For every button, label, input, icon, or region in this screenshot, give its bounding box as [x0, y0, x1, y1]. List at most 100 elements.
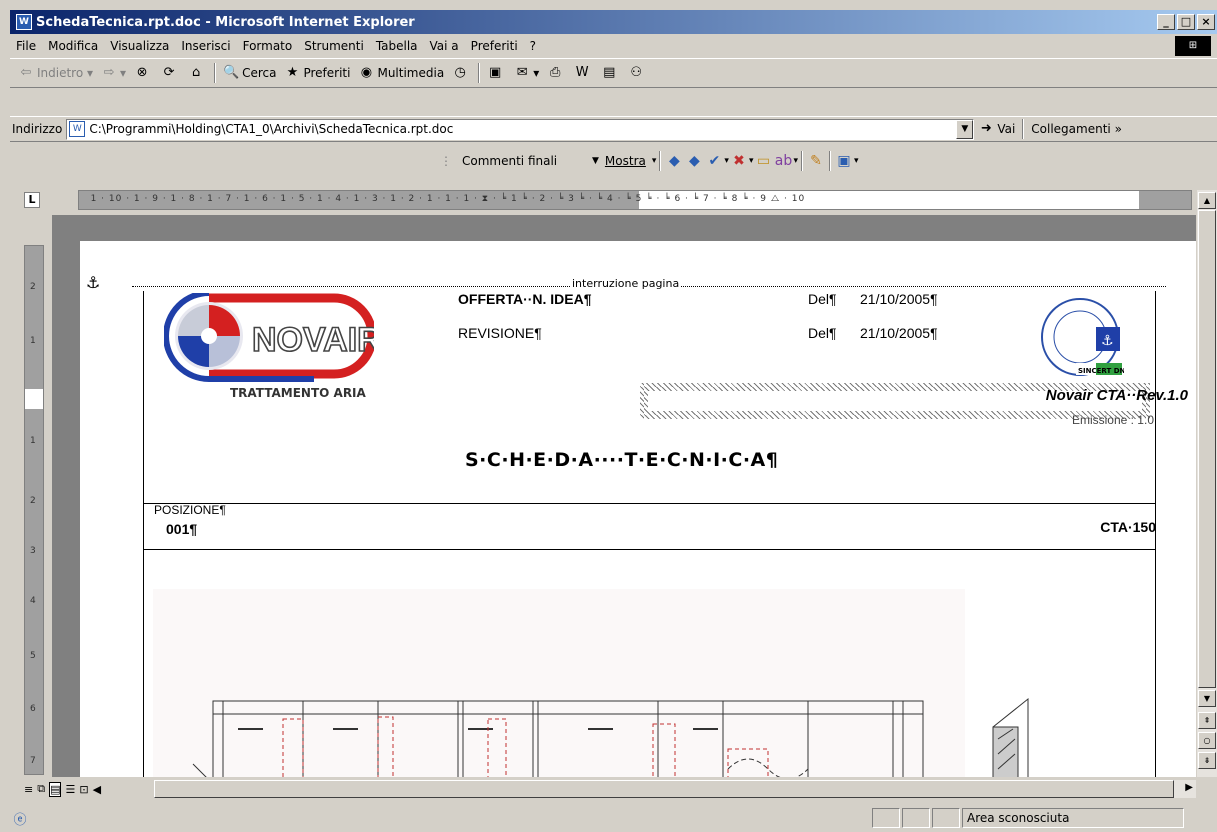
reviewing-pane-icon[interactable]: ▣	[834, 153, 854, 169]
menu-formato[interactable]: Formato	[237, 39, 299, 53]
menu-modifica[interactable]: Modifica	[42, 39, 104, 53]
highlight-icon[interactable]: ab	[773, 153, 793, 169]
address-input[interactable]: W C:\Programmi\Holding\CTA1_0\Archivi\Sc…	[66, 118, 975, 140]
close-button[interactable]: ×	[1197, 14, 1215, 30]
refresh-icon: ⟳	[163, 65, 175, 80]
scroll-up-button[interactable]: ▲	[1198, 192, 1216, 209]
forward-arrow-icon: ⇨	[103, 65, 115, 80]
home-button[interactable]: ⌂	[184, 61, 211, 85]
select-browse-object-icon[interactable]: ○	[1198, 732, 1216, 749]
refresh-button[interactable]: ⟳	[157, 61, 184, 85]
markup-view-select[interactable]: Commenti finali	[452, 154, 592, 168]
window-title: SchedaTecnica.rpt.doc - Microsoft Intern…	[36, 14, 415, 30]
next-page-icon[interactable]: ⇟	[1198, 752, 1216, 769]
chevron-down-icon[interactable]: ▾	[793, 156, 798, 166]
previous-page-icon[interactable]: ⇞	[1198, 712, 1216, 729]
chevron-down-icon[interactable]: ▼	[956, 119, 974, 139]
minimize-button[interactable]: _	[1157, 14, 1175, 30]
toolbar-options-icon[interactable]: ▾	[854, 156, 859, 166]
reading-view-icon[interactable]: ⊡	[79, 783, 88, 796]
print-button[interactable]: ⎙	[543, 61, 570, 85]
certification-seal: ⚓ SINCERT DNV	[1041, 298, 1124, 376]
scroll-right-button[interactable]: ▶	[1185, 782, 1193, 793]
vertical-scrollbar[interactable]: ▲ ▼ ⇞ ○ ⇟	[1196, 190, 1217, 777]
ruler-tick: 3	[30, 546, 36, 556]
history-button[interactable]: ◷	[448, 61, 475, 85]
scroll-down-button[interactable]: ▼	[1198, 690, 1216, 707]
word-document-icon: W	[69, 121, 86, 137]
svg-text:⚓: ⚓	[1101, 333, 1114, 349]
ie-page-icon: ⓔ	[13, 812, 27, 828]
toolbar-separator	[478, 63, 481, 83]
search-button[interactable]: 🔍 Cerca	[219, 61, 280, 85]
previous-change-icon[interactable]: ◆	[664, 153, 684, 169]
horizontal-ruler[interactable]: 1 · 10 · 1 · 9 · 1 · 8 · 1 · 7 · 1 · 6 ·…	[78, 190, 1192, 210]
vertical-ruler[interactable]: 2 1 1 2 3 4 5 6 7	[24, 245, 44, 775]
back-button[interactable]: ⇦ Indietro ▾	[14, 61, 97, 85]
accept-change-icon[interactable]: ✔	[704, 153, 724, 169]
horizontal-scrollbar[interactable]: ▶	[154, 780, 1196, 798]
track-changes-icon[interactable]: ✎	[806, 153, 826, 169]
document-area[interactable]: ⚓ interruzione pagina NOVAIR TRATTAMENTO…	[52, 215, 1196, 777]
print-icon: ⎙	[550, 65, 561, 80]
standard-toolbar: ⇦ Indietro ▾ ⇨ ▾ ⊗ ⟳ ⌂ 🔍 Cerca ★ Preferiti ◉…	[10, 58, 1217, 88]
maximize-button[interactable]: □	[1177, 14, 1195, 30]
menu-file[interactable]: File	[10, 39, 42, 53]
discuss-button[interactable]: ▤	[597, 61, 624, 85]
menu-strumenti[interactable]: Strumenti	[298, 39, 370, 53]
normal-view-icon[interactable]: ≡	[24, 783, 33, 796]
reference-text: Novair CTA··Rev.1.0	[1045, 387, 1188, 404]
scroll-thumb[interactable]	[154, 780, 1174, 798]
go-button[interactable]: ➜ Vai	[974, 117, 1019, 141]
show-menu-button[interactable]: Mostra	[605, 154, 646, 168]
status-pane	[932, 808, 960, 828]
go-arrow-icon: ➜	[980, 121, 992, 136]
model-code: CTA·150	[1100, 519, 1156, 535]
menu-help[interactable]: ?	[524, 39, 542, 53]
menu-inserisci[interactable]: Inserisci	[175, 39, 236, 53]
document-page[interactable]: ⚓ interruzione pagina NOVAIR TRATTAMENTO…	[80, 241, 1196, 777]
view-buttons: ≡ ⧉ ▤ ☰ ⊡ ◀	[24, 780, 154, 798]
mail-button[interactable]: ✉ ▾	[510, 61, 543, 85]
toolbar-separator	[214, 63, 217, 83]
messenger-button[interactable]: ⚇	[624, 61, 651, 85]
edit-word-button[interactable]: W	[570, 61, 597, 85]
home-icon: ⌂	[191, 65, 201, 80]
divider	[143, 549, 1156, 550]
favorites-button[interactable]: ★ Preferiti	[280, 61, 354, 85]
web-layout-icon[interactable]: ⧉	[37, 782, 45, 796]
discuss-icon: ▤	[603, 65, 616, 80]
menu-vai-a[interactable]: Vai a	[424, 39, 465, 53]
stop-button[interactable]: ⊗	[130, 61, 157, 85]
ruler-tick: 6	[30, 704, 36, 714]
media-button[interactable]: ◉ Multimedia	[354, 61, 448, 85]
emission-text: Emissione : 1.0	[1071, 413, 1154, 427]
links-button[interactable]: Collegamenti »	[1027, 117, 1126, 141]
menu-tabella[interactable]: Tabella	[370, 39, 424, 53]
date-label-2: Del¶	[808, 325, 837, 341]
chevron-down-icon[interactable]: ▼	[592, 156, 599, 166]
scroll-left-button[interactable]: ◀	[93, 783, 101, 796]
scroll-thumb[interactable]	[1198, 210, 1216, 688]
fullscreen-icon: ▣	[489, 65, 502, 80]
back-arrow-icon: ⇦	[20, 65, 32, 80]
reject-change-icon[interactable]: ✖	[729, 153, 749, 169]
logo-caption: TRATTAMENTO ARIA	[230, 386, 366, 400]
revision-date: 21/10/2005¶	[860, 325, 938, 341]
document-title: S·C·H·E·D·A····T·E·C·N·I·C·A¶	[465, 449, 779, 471]
fullscreen-button[interactable]: ▣	[483, 61, 510, 85]
divider	[143, 503, 1156, 504]
print-layout-icon[interactable]: ▤	[49, 781, 62, 797]
tab-selector[interactable]: L	[24, 192, 40, 208]
chevron-down-icon[interactable]: ▾	[652, 156, 657, 166]
new-comment-icon[interactable]: ▭	[753, 153, 773, 169]
toolbar-grip: ⋮	[440, 154, 452, 168]
word-document-icon: W	[16, 14, 32, 30]
stop-icon: ⊗	[136, 65, 148, 80]
media-icon: ◉	[360, 65, 373, 80]
outline-view-icon[interactable]: ☰	[65, 783, 75, 796]
next-change-icon[interactable]: ◆	[684, 153, 704, 169]
forward-button[interactable]: ⇨ ▾	[97, 61, 130, 85]
menu-visualizza[interactable]: Visualizza	[104, 39, 175, 53]
menu-preferiti[interactable]: Preferiti	[465, 39, 524, 53]
